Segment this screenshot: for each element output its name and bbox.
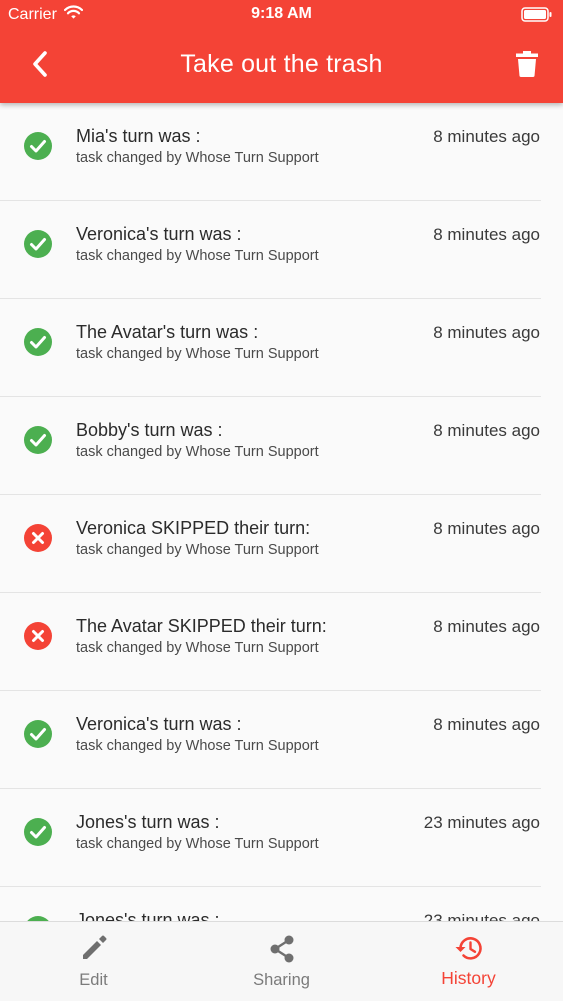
history-row-title: The Avatar SKIPPED their turn:	[76, 616, 327, 636]
share-icon	[268, 934, 296, 969]
history-icon	[454, 934, 484, 967]
delete-button[interactable]	[509, 48, 545, 84]
tab-history[interactable]: History	[375, 922, 562, 1001]
status-bar: Carrier 9:18 AM	[0, 0, 563, 30]
history-row-timestamp: 8 minutes ago	[433, 421, 540, 440]
history-row-subtitle: task changed by Whose Turn Support	[76, 248, 319, 264]
history-row[interactable]: Veronica's turn was : task changed by Who…	[0, 201, 563, 299]
check-circle-icon	[24, 132, 52, 160]
history-row-timestamp: 8 minutes ago	[433, 225, 540, 244]
cancel-circle-icon	[24, 622, 52, 650]
history-row-timestamp: 8 minutes ago	[433, 617, 540, 636]
history-list[interactable]: Mia's turn was : task changed by Whose Tu…	[0, 103, 563, 921]
history-row[interactable]: Jones's turn was : task changed by Whose …	[0, 789, 563, 887]
history-row-subtitle: task changed by Whose Turn Support	[76, 542, 319, 558]
history-row-subtitle: task changed by Whose Turn Support	[76, 738, 319, 754]
check-circle-icon	[24, 426, 52, 454]
bottom-tab-bar: Edit Sharing History	[0, 921, 563, 1001]
history-row-title: Jones's turn was :	[76, 812, 220, 832]
history-row-subtitle: task changed by Whose Turn Support	[76, 640, 319, 656]
history-row[interactable]: The Avatar's turn was : task changed by W…	[0, 299, 563, 397]
check-circle-icon	[24, 230, 52, 258]
history-row-subtitle: task changed by Whose Turn Support	[76, 150, 319, 166]
app-bar: Carrier 9:18 AM Take out the trash	[0, 0, 563, 103]
check-circle-icon	[24, 328, 52, 356]
tab-sharing[interactable]: Sharing	[188, 922, 375, 1001]
battery-icon	[521, 7, 553, 27]
history-row-title: Veronica's turn was :	[76, 714, 242, 734]
check-circle-icon	[24, 818, 52, 846]
history-row-title: Mia's turn was :	[76, 126, 201, 146]
check-circle-icon	[24, 720, 52, 748]
history-row-timestamp: 8 minutes ago	[433, 323, 540, 342]
trash-icon	[516, 50, 538, 82]
page-title: Take out the trash	[180, 50, 383, 78]
history-row-title: Bobby's turn was :	[76, 420, 223, 440]
history-row[interactable]: Jones's turn was :task changed by Whose …	[0, 887, 563, 921]
history-row-title: Veronica SKIPPED their turn:	[76, 518, 311, 538]
tab-edit[interactable]: Edit	[0, 922, 187, 1001]
pencil-icon	[80, 934, 108, 967]
history-row-timestamp: 23 minutes ago	[423, 911, 540, 921]
history-row-subtitle: task changed by Whose Turn Support	[76, 836, 319, 852]
cancel-circle-icon	[24, 524, 52, 552]
history-row[interactable]: Mia's turn was : task changed by Whose Tu…	[0, 103, 563, 201]
history-row-timestamp: 23 minutes ago	[423, 813, 540, 832]
history-row[interactable]: Veronica SKIPPED their turn: task changed…	[0, 495, 563, 593]
history-row-title: Veronica's turn was :	[76, 224, 242, 244]
tab-history-label: History	[441, 968, 496, 988]
history-row[interactable]: Veronica's turn was : task changed by Who…	[0, 691, 563, 789]
history-row[interactable]: The Avatar SKIPPED their turn: task chang…	[0, 593, 563, 691]
history-row-timestamp: 8 minutes ago	[433, 519, 540, 538]
tab-edit-label: Edit	[79, 971, 108, 989]
history-row-title: The Avatar's turn was :	[76, 322, 259, 342]
history-row[interactable]: Bobby's turn was : task changed by Whose …	[0, 397, 563, 495]
history-row-subtitle: task changed by Whose Turn Support	[76, 444, 319, 460]
history-row-title: Jones's turn was :	[76, 910, 220, 921]
history-row-timestamp: 8 minutes ago	[433, 127, 540, 146]
status-time: 9:18 AM	[251, 5, 312, 22]
history-row-subtitle: task changed by Whose Turn Support	[76, 346, 319, 362]
history-row-timestamp: 8 minutes ago	[433, 715, 540, 734]
tab-sharing-label: Sharing	[253, 971, 310, 989]
